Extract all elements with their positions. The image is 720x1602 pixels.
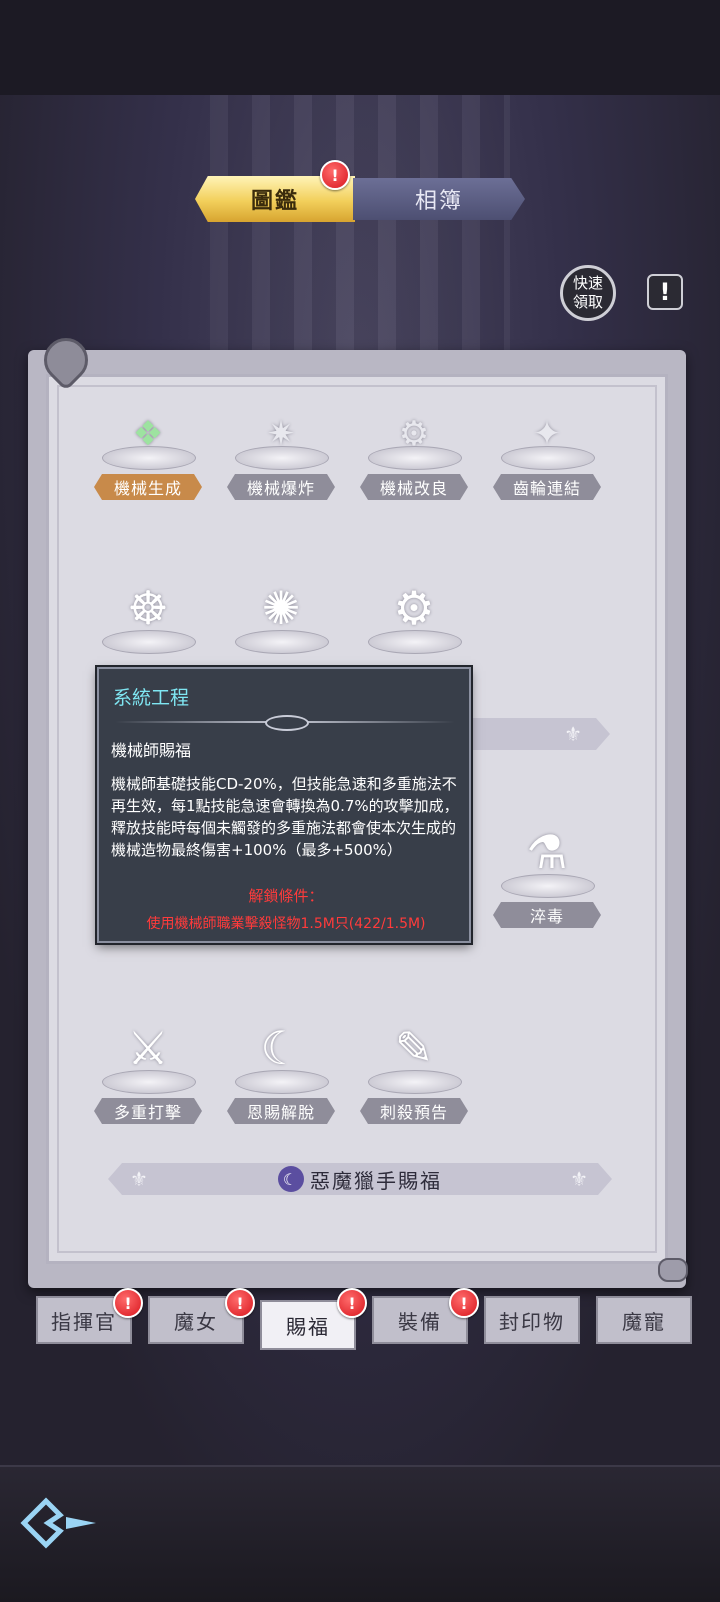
skill-mech-explosion[interactable]: ✷ 機械爆炸	[227, 386, 335, 500]
quick-claim-label: 快速 領取	[572, 274, 603, 311]
page-scroll-icon	[658, 1258, 688, 1282]
quick-claim-button[interactable]: 快速 領取	[560, 265, 616, 321]
skill-assassination-notice[interactable]: ✎ 刺殺預告	[360, 1010, 468, 1124]
blessing-alert-icon: !	[337, 1288, 367, 1318]
skill-mech-upgrade[interactable]: ⚙ 機械改良	[360, 386, 468, 500]
tab-album[interactable]: 相簿	[353, 178, 525, 220]
skill-label: 刺殺預告	[360, 1098, 468, 1124]
status-bar-area	[0, 0, 720, 95]
section-title: 惡魔獵手賜福	[310, 1168, 442, 1193]
back-arrow-icon[interactable]	[20, 1495, 100, 1551]
section-bar-demon-hunter: ⚜ ☾ 惡魔獵手賜福 ⚜	[108, 1163, 612, 1195]
tab-seal[interactable]: 封印物	[484, 1296, 580, 1344]
commander-alert-icon: !	[113, 1288, 143, 1318]
skill-label: 淬毒	[493, 902, 601, 928]
skill-drill[interactable]: ✺	[227, 570, 335, 660]
tab-pet[interactable]: 魔寵	[596, 1296, 692, 1344]
bottom-bar	[0, 1465, 720, 1602]
skill-poison[interactable]: ⚗ 淬毒	[493, 814, 601, 928]
skill-label: 機械生成	[94, 474, 202, 500]
skill-label: 多重打擊	[94, 1098, 202, 1124]
skill-tooltip: 系統工程 機械師賜福 機械師基礎技能CD-20%，但技能急速和多重施法不再生效，…	[97, 667, 471, 943]
top-tab-group: 圖鑑 相簿	[195, 176, 525, 222]
gallery-alert-icon: !	[320, 160, 350, 190]
tooltip-condition: 使用機械師職業擊殺怪物1.5M只(422/1.5M)	[146, 916, 426, 932]
tooltip-title: 系統工程	[113, 687, 190, 709]
tooltip-description: 機械師基礎技能CD-20%，但技能急速和多重施法不再生效，每1點技能急速會轉換為…	[111, 775, 459, 859]
info-warning-button[interactable]: !	[647, 274, 683, 310]
skill-grace-release[interactable]: ☾ 恩賜解脫	[227, 1010, 335, 1124]
skill-gear-box[interactable]: ⚙	[360, 570, 468, 660]
skill-gear-link[interactable]: ✦ 齒輪連結	[493, 386, 601, 500]
skill-label: 恩賜解脫	[227, 1098, 335, 1124]
equipment-alert-icon: !	[449, 1288, 479, 1318]
skill-label: 齒輪連結	[493, 474, 601, 500]
tooltip-divider	[115, 715, 455, 731]
witch-alert-icon: !	[225, 1288, 255, 1318]
skill-mech-generate[interactable]: ❖ 機械生成	[94, 386, 202, 500]
tooltip-subtitle: 機械師賜福	[111, 741, 192, 760]
skill-label: 機械改良	[360, 474, 468, 500]
demon-hunter-icon: ☾	[278, 1166, 304, 1192]
skill-multi-strike[interactable]: ⚔ 多重打擊	[94, 1010, 202, 1124]
tooltip-condition-header: 解鎖條件：	[248, 887, 324, 905]
skill-label: 機械爆炸	[227, 474, 335, 500]
skill-mech-spider[interactable]: ☸	[94, 570, 202, 660]
